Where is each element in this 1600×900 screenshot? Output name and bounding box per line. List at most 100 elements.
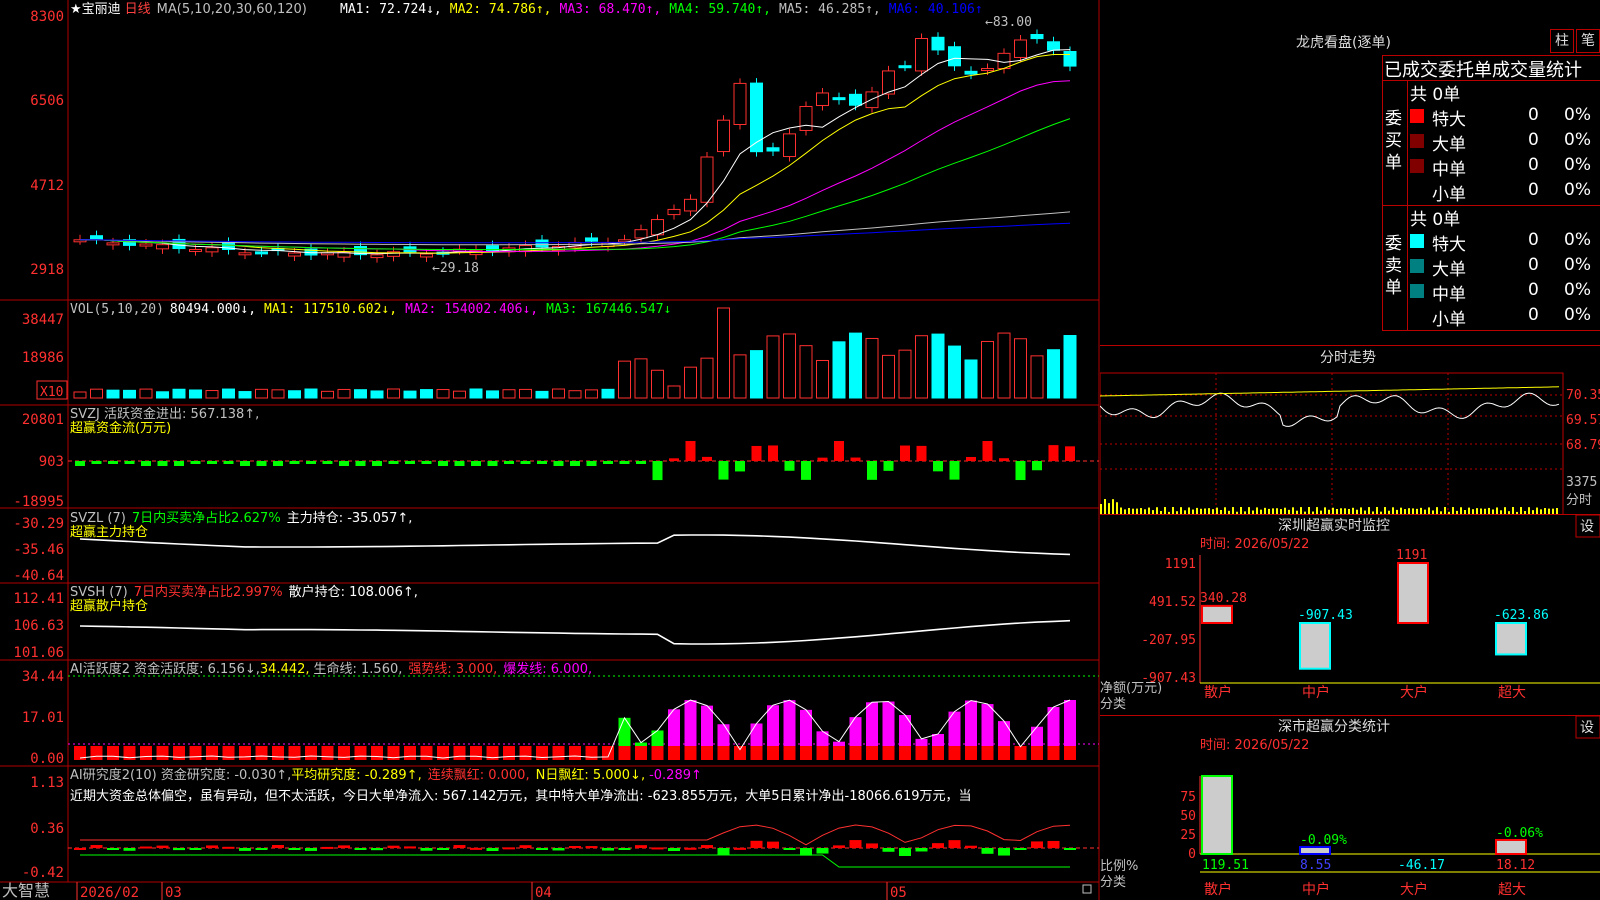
research-bar [140, 846, 152, 849]
volume-bar [73, 391, 87, 399]
date-label: 2026/02 [80, 885, 139, 900]
flow-bar [322, 461, 333, 464]
research-bar [288, 848, 301, 850]
flow-bar [421, 461, 432, 464]
volume-bar [964, 359, 978, 399]
flow-bar [817, 457, 828, 461]
volume-bar [997, 332, 1011, 399]
activity-base-bar [915, 746, 928, 760]
vol-unit[interactable]: X10 [40, 385, 63, 400]
flow-bar [471, 461, 481, 466]
flow-bar [553, 461, 564, 466]
monitor-xlabel: 分类 [1100, 697, 1126, 712]
volume-bar [601, 388, 615, 399]
research-bar [404, 846, 416, 849]
research-bar [998, 848, 1010, 856]
monitor-category: 中户 [1302, 684, 1330, 701]
flow-bar [372, 461, 382, 466]
candle [486, 245, 499, 252]
monitor-ylabel: 净额(万元) [1100, 681, 1162, 696]
intraday-tick: 69.57 [1566, 413, 1600, 428]
intraday-vol-tick: 3375 [1566, 475, 1597, 490]
classify-settings-label[interactable]: 设 [1580, 720, 1594, 736]
color-swatch [1410, 234, 1424, 248]
activity-base-bar [1014, 746, 1027, 760]
volume-bar [106, 389, 120, 399]
volume-bar [123, 389, 136, 399]
flow-bar [900, 445, 910, 461]
date-label: 03 [165, 885, 182, 900]
flow-bar [537, 461, 547, 464]
order-row: 小单 0 0% [1410, 305, 1600, 330]
flow-bar [454, 461, 465, 466]
classify-time: 时间: 2026/05/22 [1200, 738, 1309, 753]
main-holding-line [79, 534, 1071, 556]
flow-bar [75, 461, 85, 466]
price-tick: 6506 [30, 93, 64, 109]
bar-mode-button[interactable]: 柱 [1550, 29, 1574, 53]
flow-bar [999, 458, 1009, 461]
research-bar [453, 845, 466, 848]
volume-bar [931, 333, 945, 399]
order-count: 0 [1528, 255, 1539, 275]
research-bar [206, 845, 218, 848]
intraday-vol-bar [1180, 507, 1182, 514]
monitor-settings-label[interactable]: 设 [1580, 519, 1594, 535]
volume-bar [1063, 335, 1077, 399]
research-bar [305, 848, 317, 851]
realtime-monitor-chart: 深圳超赢实时监控 设 时间: 2026/05/22 1191 491.52 -2… [1100, 515, 1600, 712]
classify-value: 18.12 [1496, 858, 1535, 873]
volume-bar [420, 389, 433, 399]
candle [139, 243, 153, 247]
volume-bar [552, 388, 565, 399]
research-bar [387, 845, 400, 848]
activity-base-bar [1047, 746, 1060, 760]
flow-bar [603, 461, 613, 464]
research-bar [899, 848, 911, 856]
candle [783, 133, 796, 158]
ai-research-tick: 0.36 [30, 821, 64, 837]
flow-bar [91, 461, 102, 464]
research-bar [684, 847, 697, 850]
research-bar [354, 848, 367, 850]
research-bar [1014, 848, 1027, 850]
volume-bar [321, 390, 334, 399]
activity-base-bar [470, 746, 482, 760]
svsh-tick: 101.06 [13, 645, 64, 661]
activity-base-bar [272, 746, 284, 760]
order-row: 大单 0 0% [1410, 255, 1600, 280]
activity-base-bar [767, 746, 779, 760]
color-swatch [1410, 109, 1424, 123]
volume-bar [90, 388, 103, 399]
activity-base-bar [288, 746, 301, 760]
candle [667, 208, 681, 216]
brand-logo: 大智慧 [2, 881, 50, 900]
intraday-vol-bar [1248, 507, 1250, 514]
flow-bar [768, 445, 778, 461]
svg-text:MA1: 117510.602↓,MA2: 154002.4: MA1: 117510.602↓, MA2: 154002.406↓, MA3: 1… [264, 302, 671, 317]
flow-bar [834, 441, 844, 461]
volume-bar [898, 349, 912, 399]
research-bar [536, 848, 548, 850]
period-label[interactable]: 日线 [125, 2, 151, 17]
svzl-tick: -35.46 [13, 542, 64, 558]
ma-value: MA6: 40.106↑ [889, 2, 983, 17]
intraday-vol-bar [1392, 507, 1394, 514]
kline-chart-area[interactable]: ★宝丽迪 日线 MA(5,10,20,30,60,120) MA1: 72.724↓… [0, 0, 1100, 900]
candle [766, 147, 780, 152]
intraday-chart[interactable]: 分时走势 70.35 69.57 68.79 3375 分时 [1100, 346, 1600, 514]
research-bar [816, 848, 829, 854]
activity-base-bar [569, 746, 581, 760]
volume-bar [453, 390, 466, 399]
volume-bar [1030, 355, 1044, 399]
research-bar [734, 847, 746, 850]
intraday-title: 分时走势 [1320, 350, 1376, 366]
classify-tick: 75 [1180, 790, 1196, 805]
research-bar [156, 845, 169, 848]
activity-base-bar [701, 746, 713, 760]
activity-base-bar [618, 746, 631, 760]
tick-mode-button[interactable]: 笔 [1576, 29, 1600, 53]
lock-icon[interactable] [1082, 884, 1092, 894]
research-bar [107, 848, 119, 850]
low-price-mark: ←29.18 [432, 261, 479, 276]
